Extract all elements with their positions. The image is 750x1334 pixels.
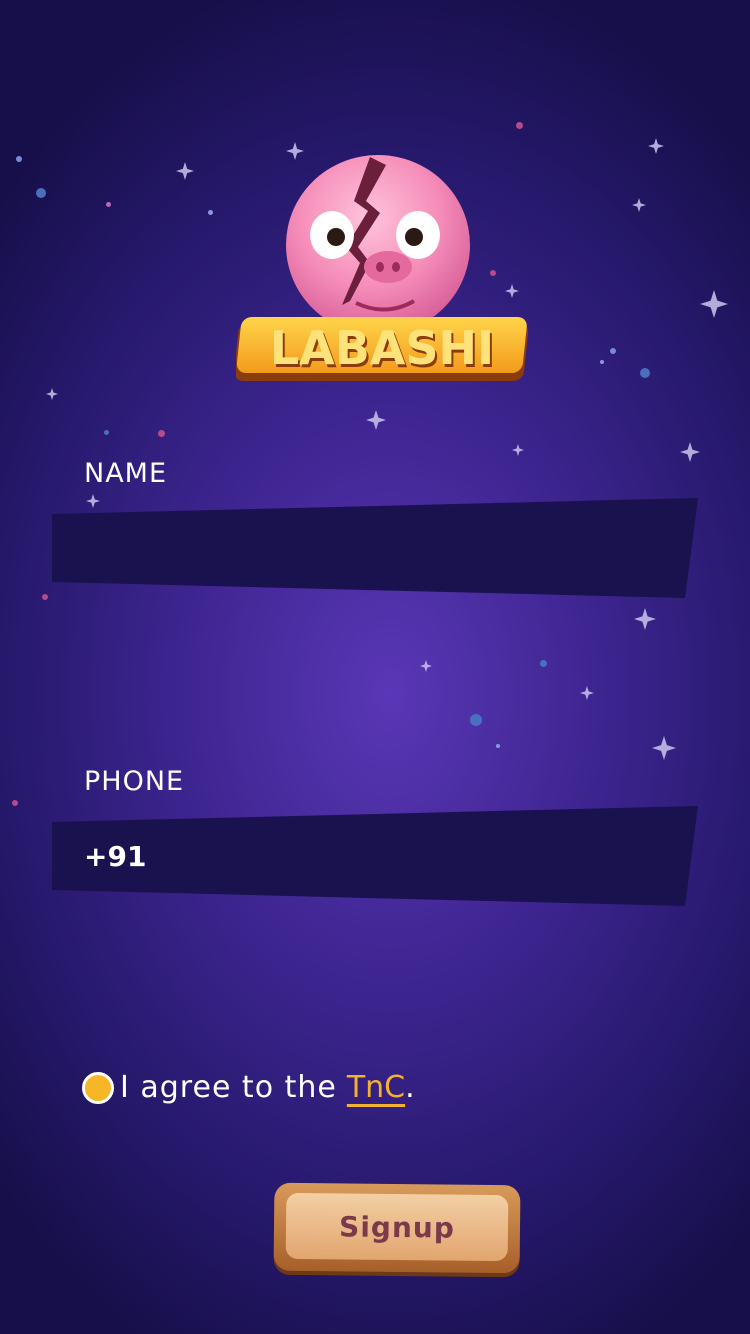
svg-text:LABASHI: LABASHI <box>270 321 494 375</box>
phone-label: PHONE <box>84 766 185 797</box>
name-label: NAME <box>84 458 168 489</box>
name-input[interactable] <box>52 498 698 598</box>
labashi-logo: LABASHI LABASHI <box>234 155 536 385</box>
terms-suffix: . <box>405 1070 415 1105</box>
terms-radio[interactable] <box>82 1071 114 1104</box>
tnc-link[interactable]: TnC <box>347 1070 405 1105</box>
signup-button[interactable]: Signup <box>273 1182 521 1274</box>
signup-button-face: Signup <box>285 1192 509 1262</box>
terms-text: I agree to the <box>120 1070 337 1105</box>
phone-input-value[interactable]: +91 <box>84 840 146 873</box>
phone-input[interactable] <box>52 806 698 906</box>
terms-agreement: I agree to the TnC . <box>82 1070 415 1105</box>
signup-label: Signup <box>338 1209 456 1245</box>
